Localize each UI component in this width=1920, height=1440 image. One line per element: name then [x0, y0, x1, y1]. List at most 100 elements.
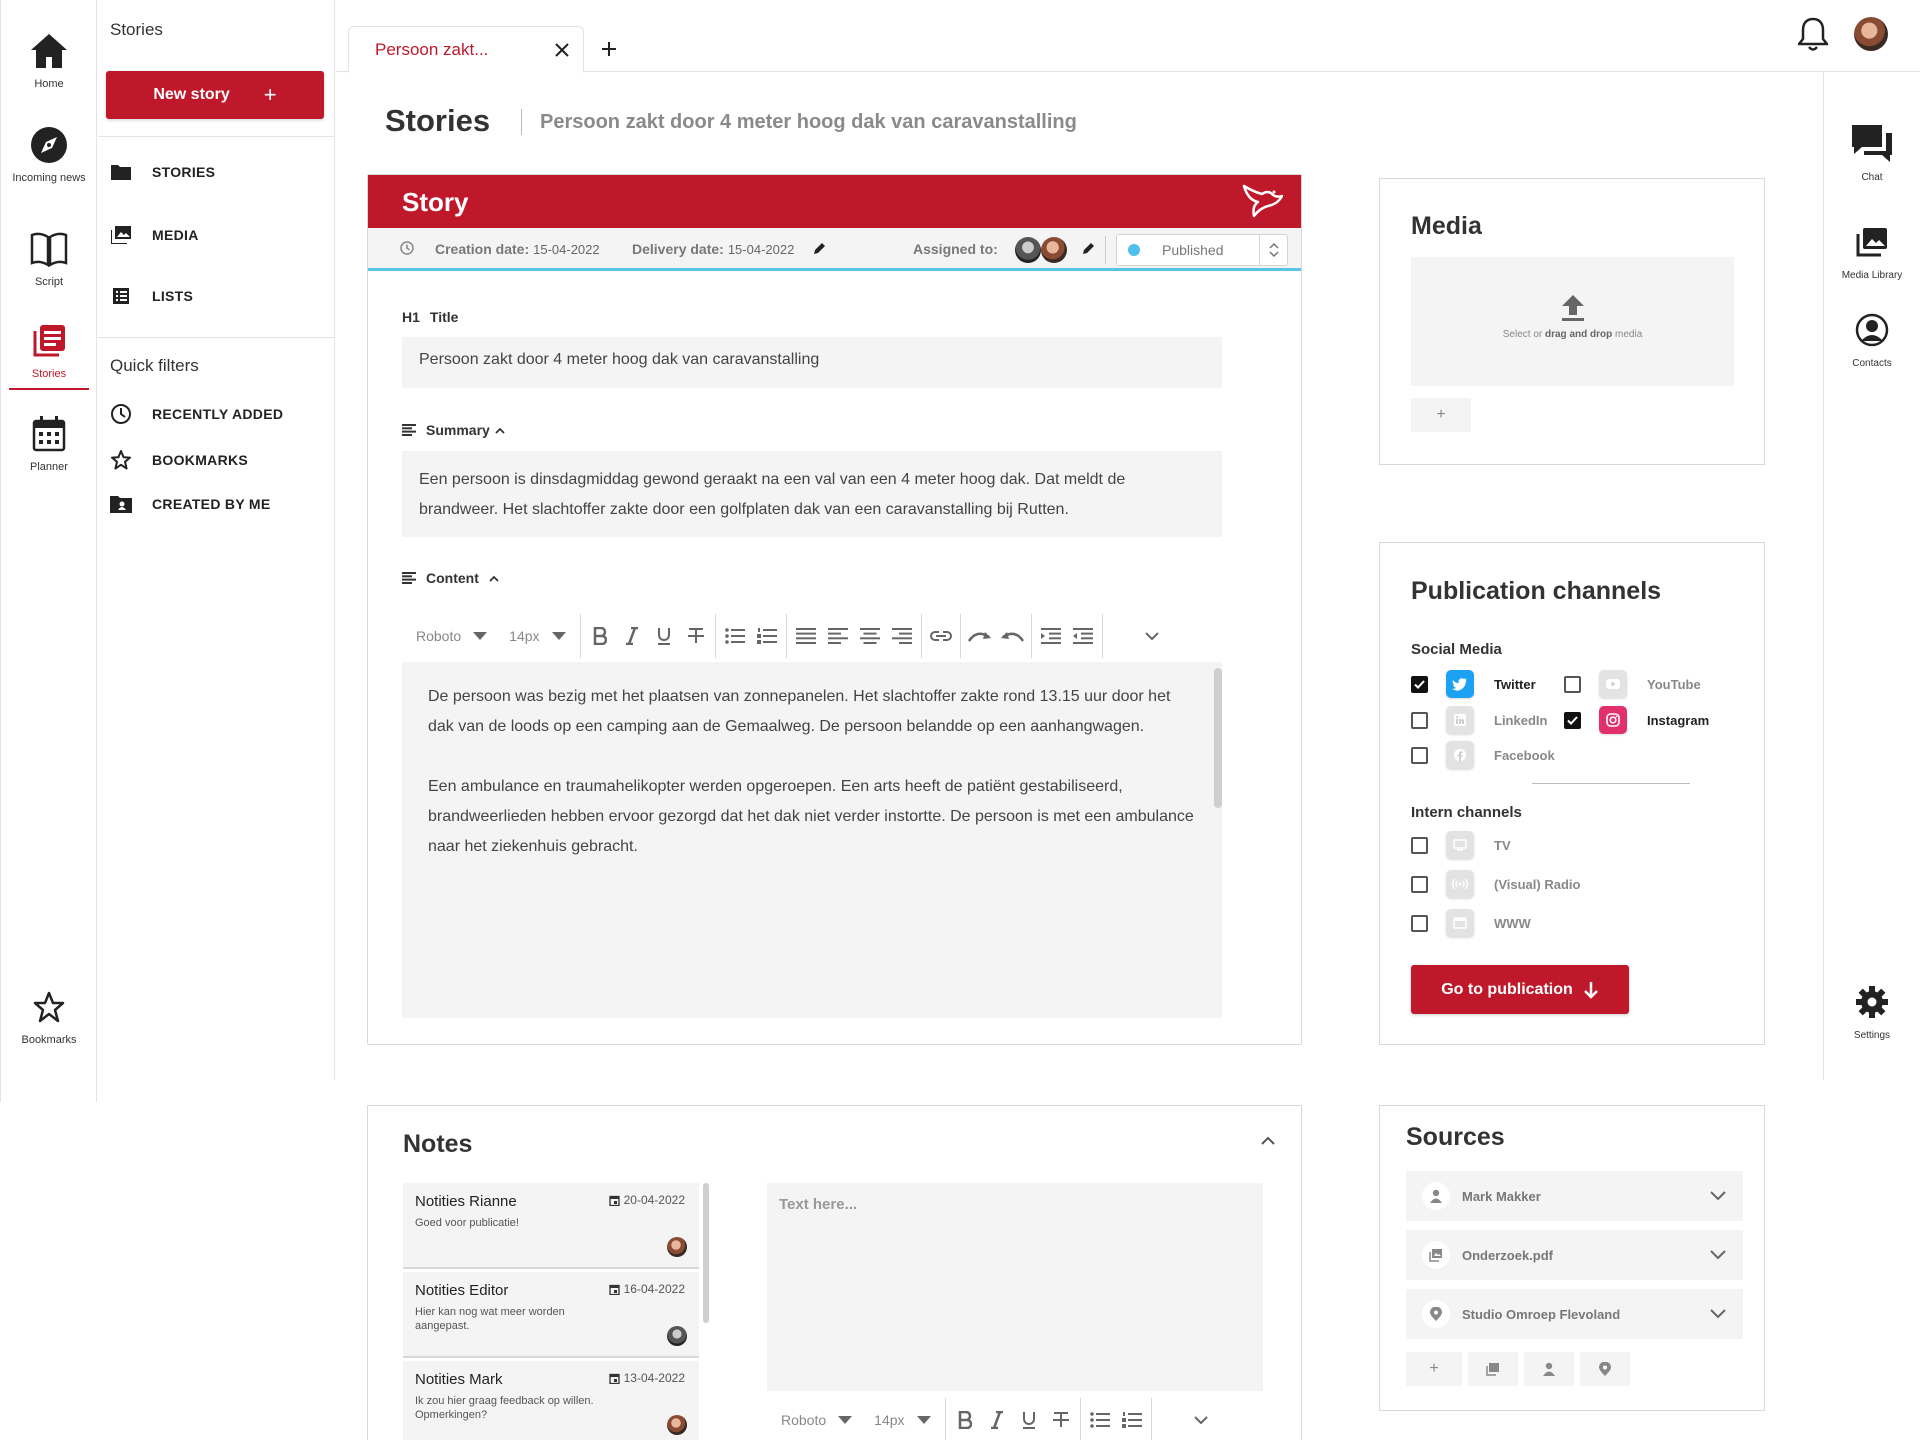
media-drop-zone[interactable]: Select or drag and drop media [1411, 257, 1734, 386]
channel-youtube[interactable]: YouTube [1564, 670, 1701, 698]
font-size-select[interactable]: 14px [866, 1412, 938, 1428]
rail-item-script[interactable]: Script [1, 228, 97, 288]
add-source-button[interactable]: + [1406, 1352, 1462, 1386]
italic-icon[interactable] [984, 1405, 1010, 1435]
align-justify-icon[interactable] [793, 621, 819, 651]
chevron-down-icon[interactable] [1693, 1191, 1743, 1201]
add-media-button[interactable]: + [1411, 398, 1471, 432]
channel-linkedin[interactable]: LinkedIn [1411, 706, 1547, 734]
side-item-stories[interactable]: STORIES [110, 164, 215, 180]
add-person-source-button[interactable] [1524, 1352, 1574, 1386]
rail-item-contacts[interactable]: Contacts [1824, 308, 1920, 369]
summary-field[interactable]: Een persoon is dinsdagmiddag gewond gera… [402, 451, 1222, 537]
edit-date-icon[interactable] [812, 242, 826, 256]
close-icon[interactable] [541, 29, 583, 71]
checkbox[interactable] [1411, 836, 1428, 854]
bullet-list-icon[interactable] [722, 621, 748, 651]
add-location-source-button[interactable] [1580, 1352, 1630, 1386]
bullet-list-icon[interactable] [1087, 1405, 1113, 1435]
undo-icon[interactable] [999, 621, 1025, 651]
sources-card: Sources Mark Makker Onderzoek.pdf Studio… [1379, 1105, 1765, 1411]
plus-icon: + [263, 82, 277, 107]
rail-item-home[interactable]: Home [1, 30, 97, 90]
quick-filter-recently-added[interactable]: RECENTLY ADDED [110, 403, 283, 425]
add-tab-button[interactable] [594, 34, 624, 64]
status-select[interactable]: Published [1116, 234, 1288, 266]
rail-label: Incoming news [12, 172, 86, 184]
title-field[interactable]: Persoon zakt door 4 meter hoog dak van c… [402, 337, 1222, 388]
note-editor[interactable]: Text here... [767, 1183, 1263, 1391]
font-family-select[interactable]: Roboto [773, 1412, 860, 1428]
outdent-icon[interactable] [1070, 621, 1096, 651]
new-story-button[interactable]: New story + [106, 71, 324, 119]
note-item[interactable]: Notities Rianne 20-04-2022 Goed voor pub… [403, 1183, 699, 1269]
strikethrough-icon[interactable] [683, 621, 709, 651]
rail-item-stories[interactable]: Stories [1, 320, 97, 390]
channel-tv[interactable]: TV [1411, 831, 1511, 859]
checkbox[interactable] [1564, 675, 1581, 693]
content-editor[interactable]: De persoon was bezig met het plaatsen va… [402, 662, 1222, 1018]
redo-icon[interactable] [967, 621, 993, 651]
channel-www[interactable]: WWW [1411, 909, 1531, 937]
bell-icon[interactable] [1796, 15, 1830, 53]
add-file-source-button[interactable] [1468, 1352, 1518, 1386]
chevron-down-icon[interactable] [1693, 1309, 1743, 1319]
checkbox[interactable] [1411, 711, 1428, 729]
underline-icon[interactable] [1016, 1405, 1042, 1435]
rail-item-media-library[interactable]: Media Library [1824, 220, 1920, 281]
assignee-avatar[interactable] [1041, 237, 1067, 263]
strikethrough-icon[interactable] [1048, 1405, 1074, 1435]
numbered-list-icon[interactable] [754, 621, 780, 651]
source-item[interactable]: Onderzoek.pdf [1406, 1230, 1743, 1280]
source-item[interactable]: Mark Makker [1406, 1171, 1743, 1221]
rail-item-bookmarks[interactable]: Bookmarks [1, 986, 97, 1046]
channel-twitter[interactable]: Twitter [1411, 670, 1536, 698]
note-author-avatar [667, 1237, 687, 1257]
checkbox[interactable] [1411, 875, 1428, 893]
side-item-media[interactable]: MEDIA [110, 226, 199, 244]
tab-story[interactable]: Persoon zakt... [348, 26, 584, 73]
chevron-up-icon[interactable] [1261, 1136, 1275, 1145]
rail-item-incoming-news[interactable]: Incoming news [1, 124, 97, 184]
checkbox-checked[interactable] [1564, 711, 1581, 729]
italic-icon[interactable] [619, 621, 645, 651]
rail-item-chat[interactable]: Chat [1824, 122, 1920, 183]
rail-item-settings[interactable]: Settings [1824, 980, 1920, 1041]
align-left-icon[interactable] [825, 621, 851, 651]
go-to-publication-button[interactable]: Go to publication [1411, 965, 1629, 1014]
chevron-down-icon[interactable] [1139, 621, 1165, 651]
numbered-list-icon[interactable] [1119, 1405, 1145, 1435]
channel-instagram[interactable]: Instagram [1564, 706, 1709, 734]
side-item-lists[interactable]: LISTS [110, 288, 193, 304]
checkbox[interactable] [1411, 914, 1428, 932]
quick-filter-bookmarks[interactable]: BOOKMARKS [110, 449, 248, 471]
content-paragraph: Een ambulance en traumahelikopter werden… [428, 778, 1194, 855]
font-size-select[interactable]: 14px [501, 628, 573, 644]
note-item[interactable]: Notities Mark 13-04-2022 Ik zou hier gra… [403, 1361, 699, 1440]
rail-item-planner[interactable]: Planner [1, 413, 97, 473]
channel-visual-radio[interactable]: (Visual) Radio [1411, 870, 1580, 898]
source-item[interactable]: Studio Omroep Flevoland [1406, 1289, 1743, 1339]
link-icon[interactable] [928, 621, 954, 651]
quick-filter-created-by-me[interactable]: CREATED BY ME [110, 495, 271, 513]
indent-icon[interactable] [1038, 621, 1064, 651]
font-family-select[interactable]: Roboto [408, 628, 495, 644]
chevron-down-icon[interactable] [1188, 1405, 1214, 1435]
chevron-down-icon[interactable] [1693, 1250, 1743, 1260]
underline-icon[interactable] [651, 621, 677, 651]
bold-icon[interactable] [952, 1405, 978, 1435]
content-label[interactable]: Content [402, 570, 499, 586]
bold-icon[interactable] [587, 621, 613, 651]
align-right-icon[interactable] [889, 621, 915, 651]
note-item[interactable]: Notities Editor 16-04-2022 Hier kan nog … [403, 1272, 699, 1358]
scrollbar[interactable] [703, 1183, 709, 1323]
scrollbar[interactable] [1214, 668, 1222, 808]
align-center-icon[interactable] [857, 621, 883, 651]
user-avatar[interactable] [1854, 17, 1888, 51]
assignee-avatar[interactable] [1015, 237, 1041, 263]
edit-assignee-icon[interactable] [1081, 242, 1095, 256]
checkbox-checked[interactable] [1411, 675, 1428, 693]
summary-label[interactable]: Summary [402, 422, 505, 438]
channel-facebook[interactable]: Facebook [1411, 741, 1555, 769]
checkbox[interactable] [1411, 746, 1428, 764]
